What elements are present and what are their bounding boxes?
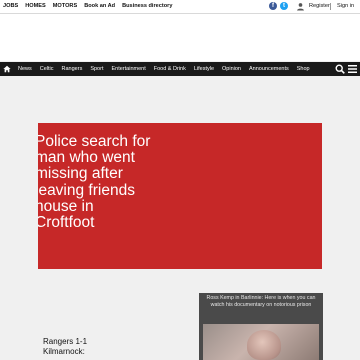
facebook-icon[interactable]: f [269, 2, 277, 10]
top-link-jobs[interactable]: JOBS [3, 2, 18, 12]
nav-item-food-drink[interactable]: Food & Drink [150, 62, 190, 76]
top-link-motors[interactable]: MOTORS [53, 2, 77, 12]
top-link-homes[interactable]: HOMES [25, 2, 46, 12]
nav-item-announcements[interactable]: Announcements [245, 62, 293, 76]
search-icon[interactable] [335, 64, 345, 74]
signin-link[interactable]: Sign in [337, 2, 354, 11]
story-card[interactable]: Ross Kemp in Barlinnie: Here is when you… [199, 293, 323, 360]
hero-story[interactable]: Police search for man who went missing a… [38, 123, 322, 269]
nav-item-opinion[interactable]: Opinion [218, 62, 245, 76]
nav-item-news[interactable]: News [14, 62, 36, 76]
ad-space [0, 14, 360, 61]
story-headline[interactable]: Rangers 1-1 Kilmarnock: [43, 337, 113, 357]
nav-item-shop[interactable]: Shop [293, 62, 314, 76]
card-image[interactable] [203, 324, 319, 360]
hero-title[interactable]: Police search for man who went missing a… [38, 133, 153, 231]
nav-item-rangers[interactable]: Rangers [58, 62, 87, 76]
top-links: JOBS HOMES MOTORS Book an Ad Business di… [3, 2, 179, 12]
twitter-icon[interactable]: t [280, 2, 288, 10]
nav-item-celtic[interactable]: Celtic [36, 62, 58, 76]
user-icon [297, 3, 304, 11]
home-icon[interactable] [0, 62, 14, 76]
top-link-business-directory[interactable]: Business directory [122, 2, 172, 12]
account-divider [330, 3, 331, 10]
nav-item-sport[interactable]: Sport [86, 62, 107, 76]
card-image-subject [247, 330, 281, 360]
card-title[interactable]: Ross Kemp in Barlinnie: Here is when you… [199, 295, 323, 309]
top-utility-bar: JOBS HOMES MOTORS Book an Ad Business di… [0, 0, 360, 14]
top-link-book-an-ad[interactable]: Book an Ad [84, 2, 115, 12]
main-nav: News Celtic Rangers Sport Entertainment … [0, 62, 360, 76]
menu-icon[interactable] [348, 65, 357, 73]
register-link[interactable]: Register [309, 2, 330, 11]
nav-item-entertainment[interactable]: Entertainment [107, 62, 149, 76]
nav-item-lifestyle[interactable]: Lifestyle [190, 62, 218, 76]
